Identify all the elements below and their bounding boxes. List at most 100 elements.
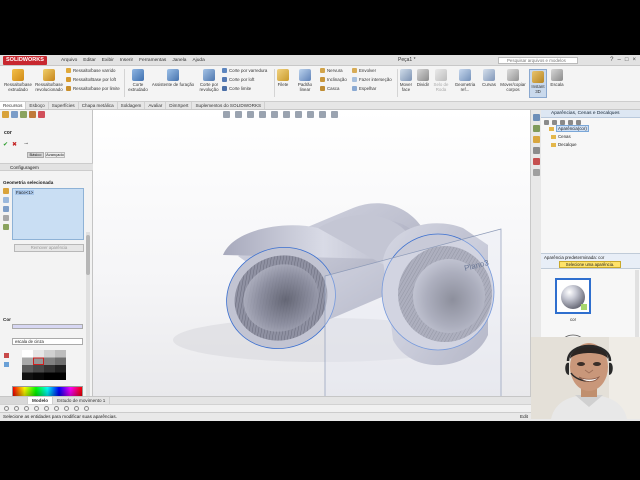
shortcut-icon[interactable] xyxy=(64,406,69,411)
menu-window[interactable]: Janela xyxy=(169,55,189,66)
menu-tools[interactable]: Ferramentas xyxy=(136,55,169,66)
swept-boss-button[interactable]: Ressalto/base varrido xyxy=(66,68,115,74)
loft-boss-button[interactable]: Ressalto/Base por loft xyxy=(66,77,116,83)
tree-item-appearance[interactable]: Aparência(cor) xyxy=(549,125,589,132)
property-manager-icon[interactable] xyxy=(11,111,18,118)
shortcut-icon[interactable] xyxy=(54,406,59,411)
palette-edit-icon[interactable] xyxy=(4,353,9,358)
tab-nav-buttons[interactable] xyxy=(0,397,28,404)
appearances-icon[interactable] xyxy=(533,158,540,165)
tab-surfaces[interactable]: Superfícies xyxy=(49,102,79,109)
revolve-cut-button[interactable]: Corte por revolução xyxy=(197,69,221,92)
shortcut-icon[interactable] xyxy=(4,406,9,411)
grayscale-palette[interactable] xyxy=(22,350,66,380)
wrap-seal-icon xyxy=(435,69,447,81)
design-library-icon[interactable] xyxy=(533,125,540,132)
wrap-button[interactable]: Envolver xyxy=(352,68,376,74)
tab-model[interactable]: Modelo xyxy=(28,397,54,404)
tab-addins[interactable]: Suplementos do SOLIDWORKS xyxy=(192,102,266,109)
shell-button[interactable]: Casca xyxy=(320,86,339,92)
revolve-boss-button[interactable]: Ressalto/base revolucionado xyxy=(34,69,64,92)
remove-appearance-button[interactable]: Remover aparência xyxy=(14,244,84,252)
hole-wizard-button[interactable]: Assistente de furação xyxy=(151,69,195,87)
shortcut-icon[interactable] xyxy=(24,406,29,411)
loft-cut-button[interactable]: Corte por loft xyxy=(222,77,254,83)
split-button[interactable]: Dividir xyxy=(415,69,431,87)
list-item[interactable]: Face<1> xyxy=(15,190,35,195)
menu-file[interactable]: Arquivo xyxy=(58,55,80,66)
fillet-icon xyxy=(277,69,289,81)
elbow-fitting-model[interactable]: Plano3 xyxy=(93,110,530,396)
shortcut-icon[interactable] xyxy=(44,406,49,411)
configuration-section[interactable]: Configuragem xyxy=(0,163,93,171)
shortcut-icon[interactable] xyxy=(14,406,19,411)
filter-surface-icon[interactable] xyxy=(3,206,9,212)
extrude-cut-button[interactable]: Corte extrudado xyxy=(126,69,150,92)
tree-item-scenes[interactable]: Cenas xyxy=(551,134,571,139)
display-manager-icon[interactable] xyxy=(38,111,45,118)
menu-edit[interactable]: Editar xyxy=(80,55,99,66)
intersect-button[interactable]: Fazer interseção xyxy=(352,77,392,83)
current-color-swatch[interactable] xyxy=(12,324,83,329)
tab-sheet-metal[interactable]: Chapa metálica xyxy=(79,102,118,109)
shortcut-icon[interactable] xyxy=(74,406,79,411)
linear-pattern-button[interactable]: Padrão linear xyxy=(292,69,318,92)
tab-motion-study[interactable]: Estudo de movimento 1 xyxy=(53,397,111,404)
graphics-area[interactable]: Plano3 xyxy=(93,110,530,396)
extrude-boss-button[interactable]: Ressalto/base extrudado xyxy=(3,69,33,92)
move-copy-bodies-button[interactable]: Mover/copiar corpos xyxy=(499,69,527,92)
menu-view[interactable]: Exibir xyxy=(99,55,117,66)
rib-button[interactable]: Nervura xyxy=(320,68,343,74)
close-button[interactable]: × xyxy=(632,55,636,66)
minimize-button[interactable]: – xyxy=(618,55,621,66)
cancel-x-icon[interactable]: ✖ xyxy=(12,141,17,148)
shortcut-icon[interactable] xyxy=(34,406,39,411)
tab-evaluate[interactable]: Avaliar xyxy=(145,102,167,109)
wrap-seal-button[interactable]: Selo de Roda xyxy=(432,69,450,92)
help-icon[interactable]: ? xyxy=(610,55,613,66)
panel-scrollbar-thumb[interactable] xyxy=(86,235,90,275)
instant3d-button[interactable]: Instant 3D xyxy=(529,69,547,98)
tab-features[interactable]: Recursos xyxy=(0,102,27,109)
draft-button[interactable]: Inclinação xyxy=(320,77,347,83)
scale-button[interactable]: Escala xyxy=(549,69,565,87)
curves-button[interactable]: Curvas xyxy=(480,69,498,87)
boundary-cut-button[interactable]: Corte limite xyxy=(222,86,251,92)
feature-tree-icon[interactable] xyxy=(2,111,9,118)
filter-part-icon[interactable] xyxy=(3,188,9,194)
filter-feature-icon[interactable] xyxy=(3,224,9,230)
search-input[interactable] xyxy=(498,57,578,64)
filter-face-icon[interactable] xyxy=(3,197,9,203)
mirror-button[interactable]: Espelhar xyxy=(352,86,376,92)
shortcut-icon[interactable] xyxy=(84,406,89,411)
fillet-button[interactable]: Filete xyxy=(275,69,291,87)
configuration-icon[interactable] xyxy=(20,111,27,118)
filter-body-icon[interactable] xyxy=(3,215,9,221)
tab-weldments[interactable]: Soldagem xyxy=(118,102,146,109)
boundary-boss-icon xyxy=(66,86,71,91)
appearance-thumb-color[interactable] xyxy=(555,278,591,314)
resources-icon[interactable] xyxy=(533,114,540,121)
move-face-button[interactable]: Mover face xyxy=(398,69,414,92)
tab-sketch[interactable]: Esboço xyxy=(26,102,49,109)
tab-dimxpert[interactable]: DimXpert xyxy=(166,102,193,109)
ok-check-icon[interactable]: ✔ xyxy=(3,141,8,148)
palette-add-icon[interactable] xyxy=(4,362,9,367)
file-explorer-icon[interactable] xyxy=(533,136,540,143)
dimxpert-icon[interactable] xyxy=(29,111,36,118)
tab-basic[interactable]: Básico xyxy=(27,152,44,158)
maximize-button[interactable]: □ xyxy=(625,55,629,66)
color-scheme-dropdown[interactable]: escala de cinza xyxy=(12,338,83,345)
boundary-boss-button[interactable]: Ressalto/base por limite xyxy=(66,86,120,92)
swept-cut-button[interactable]: Corte por varredura xyxy=(222,68,267,74)
menu-help[interactable]: Ajuda xyxy=(189,55,207,66)
pin-icon[interactable]: ⊸ xyxy=(24,141,28,147)
selected-geometry-list[interactable]: Face<1> xyxy=(12,188,84,240)
custom-properties-icon[interactable] xyxy=(533,169,540,176)
tree-item-decals[interactable]: Decalque xyxy=(551,142,577,147)
menu-insert[interactable]: Inserir xyxy=(117,55,136,66)
reference-geometry-button[interactable]: Geometria ref... xyxy=(451,69,479,92)
back-icon[interactable] xyxy=(544,120,549,125)
tab-advanced[interactable]: Avançado xyxy=(45,152,65,158)
view-palette-icon[interactable] xyxy=(533,147,540,154)
